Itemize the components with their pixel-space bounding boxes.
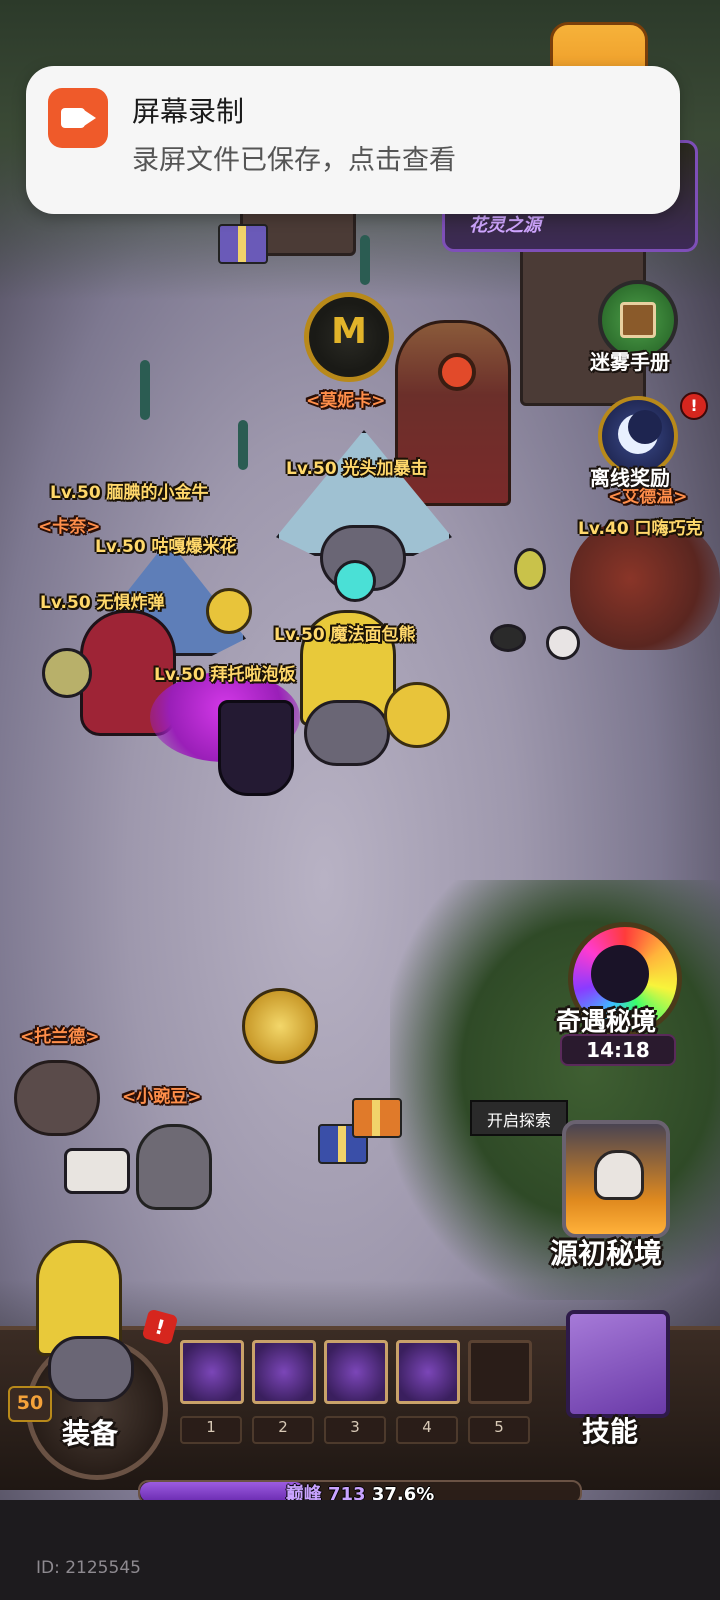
slot-number: 1 bbox=[180, 1416, 242, 1444]
book-icon bbox=[620, 302, 656, 338]
yellow-flower-plant[interactable] bbox=[242, 988, 318, 1064]
waypoint-marker-icon[interactable] bbox=[64, 1148, 130, 1194]
skill-slot-4[interactable] bbox=[396, 1340, 460, 1404]
sheep-pet bbox=[546, 626, 580, 660]
event-banner-title: 花灵之源 bbox=[469, 215, 541, 236]
origin-realm-label: 源初秘境 bbox=[550, 1237, 663, 1270]
notification-title: 屏幕录制 bbox=[132, 95, 245, 128]
skull-icon bbox=[594, 1150, 644, 1200]
slot-number: 5 bbox=[468, 1416, 530, 1444]
sun-staff-icon bbox=[206, 588, 252, 634]
npc-label-kana: <卡奈> bbox=[38, 517, 101, 537]
sapling bbox=[140, 360, 150, 420]
pig-npc-toland[interactable] bbox=[14, 1060, 100, 1136]
skill-slot-2[interactable] bbox=[252, 1340, 316, 1404]
sack-npc-pea[interactable] bbox=[136, 1124, 212, 1210]
player-label: Lv.50 魔法面包熊 bbox=[274, 625, 416, 645]
player-label: Lv.50 咕嘎爆米花 bbox=[95, 537, 237, 557]
sapling bbox=[238, 420, 248, 470]
skill-slot-3[interactable] bbox=[324, 1340, 388, 1404]
npc-label-pea: <小豌豆> bbox=[122, 1087, 202, 1107]
origin-realm-button[interactable] bbox=[562, 1120, 670, 1238]
red-eye-icon bbox=[438, 353, 476, 391]
npc-label-monica: <莫妮卡> bbox=[306, 391, 386, 411]
secret-realm-timer: 14:18 bbox=[560, 1034, 676, 1066]
gift-box bbox=[352, 1098, 402, 1138]
player-label: Lv.40 口嗨巧克 bbox=[578, 519, 703, 539]
player-label: Lv.50 拜托啦泡饭 bbox=[154, 665, 296, 685]
mist-manual-label: 迷雾手册 bbox=[590, 350, 670, 374]
beast-player-right[interactable] bbox=[570, 520, 720, 650]
sun-staff-icon bbox=[384, 682, 450, 748]
crown-emblem-icon[interactable]: M bbox=[304, 292, 394, 382]
skill-label: 技能 bbox=[582, 1415, 639, 1448]
secret-realm-label: 奇遇秘境 bbox=[556, 1007, 657, 1036]
skill-slot-1[interactable] bbox=[180, 1340, 244, 1404]
spellbook-icon[interactable] bbox=[566, 1310, 670, 1418]
player-label: Lv.50 光头加暴击 bbox=[286, 459, 428, 479]
bishop-sheep-face bbox=[304, 700, 390, 766]
video-camera-icon bbox=[48, 88, 108, 148]
goblin-pet bbox=[42, 648, 92, 698]
alert-badge: ! bbox=[680, 392, 708, 420]
dark-knight-character[interactable] bbox=[218, 700, 294, 796]
slot-number: 2 bbox=[252, 1416, 314, 1444]
explore-tag-button[interactable]: 开启探索 bbox=[470, 1100, 568, 1136]
player-level-badge: 50 bbox=[8, 1386, 52, 1422]
bottom-strip bbox=[0, 1500, 720, 1600]
equipment-label: 装备 bbox=[62, 1417, 119, 1450]
cyan-orb-icon bbox=[334, 560, 376, 602]
crow-pet bbox=[490, 624, 526, 652]
player-id: ID: 2125545 bbox=[36, 1558, 141, 1578]
npc-label-toland: <托兰德> bbox=[20, 1027, 100, 1047]
slot-number: 3 bbox=[324, 1416, 386, 1444]
notification-body: 录屏文件已保存，点击查看 bbox=[132, 145, 456, 176]
player-label: Lv.50 腼腆的小金牛 bbox=[50, 483, 209, 503]
screen-record-notification[interactable]: 屏幕录制 录屏文件已保存，点击查看 bbox=[26, 66, 680, 214]
slot-number: 4 bbox=[396, 1416, 458, 1444]
player-label: Lv.50 无惧炸弹 bbox=[40, 593, 165, 613]
offline-reward-label: 离线奖励 bbox=[590, 466, 670, 490]
player-avatar-face bbox=[48, 1336, 134, 1402]
sapling bbox=[360, 235, 370, 285]
gift-box bbox=[218, 224, 268, 264]
skill-slot-5[interactable] bbox=[468, 1340, 532, 1404]
lantern-icon bbox=[514, 548, 546, 590]
